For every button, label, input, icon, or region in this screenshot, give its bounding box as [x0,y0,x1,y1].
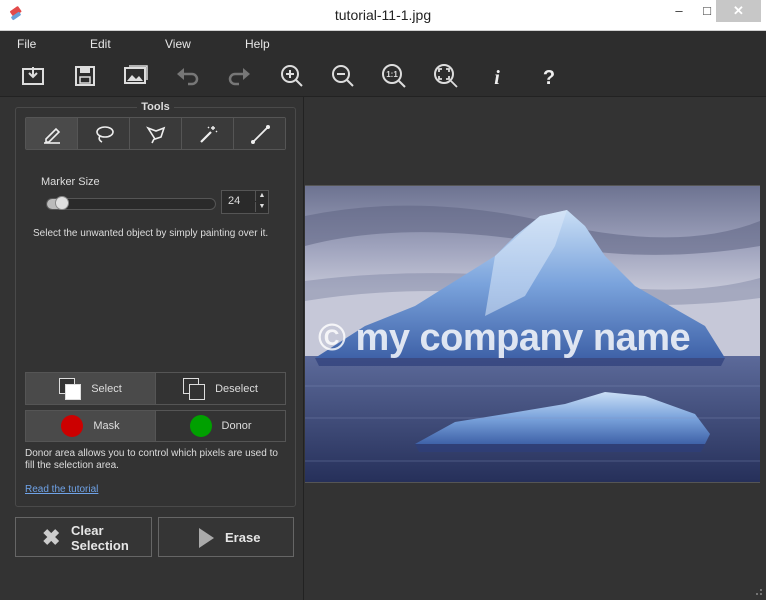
lasso-icon [95,125,114,143]
marker-size-slider-thumb[interactable] [55,196,70,210]
deselect-button[interactable]: Deselect [156,373,285,404]
marker-tool-button[interactable] [26,118,78,149]
left-panel: Tools Marker Size 24 ▲ ▼ Select the unwa… [0,97,303,600]
undo-button[interactable] [174,62,202,90]
line-tool-button[interactable] [234,118,285,149]
clear-label-line1: Clear [71,523,104,538]
area-mode: Mask Donor [25,410,286,442]
help-button[interactable]: ? [535,62,563,90]
marker-size-slider[interactable] [46,196,216,210]
mask-label: Mask [93,420,120,432]
deselect-icon [183,377,206,400]
polygon-lasso-tool-button[interactable] [130,118,182,149]
image-button[interactable] [122,62,150,90]
zoom-actual-text: 1:1 [386,70,398,79]
title-bar: tutorial-11-1.jpg – □ ✕ [0,0,766,31]
select-button[interactable]: Select [26,373,156,404]
selection-mode: Select Deselect [25,372,286,405]
close-button[interactable]: ✕ [716,0,761,22]
window-title: tutorial-11-1.jpg [334,7,432,23]
menu-file[interactable]: File [17,37,36,51]
donor-button[interactable]: Donor [156,411,285,441]
magic-wand-icon [199,125,217,143]
zoom-fit-icon [434,64,458,88]
toolbar: 1:1 i ? [0,56,766,97]
save-button[interactable] [71,62,99,90]
info-icon: i [494,67,500,89]
resize-grip-icon[interactable] [753,586,763,596]
marker-size-label: Marker Size [41,176,100,188]
menu-edit[interactable]: Edit [90,37,111,51]
magic-wand-tool-button[interactable] [182,118,234,149]
menu-view[interactable]: View [165,37,191,51]
tutorial-link[interactable]: Read the tutorial [25,484,98,495]
select-icon [59,377,82,400]
select-label: Select [91,382,122,395]
redo-icon [228,68,250,86]
zoom-actual-icon: 1:1 [382,64,406,88]
clear-icon: ✖ [42,525,61,550]
save-icon [75,66,95,86]
donor-color-icon [189,415,212,437]
app-window: File Edit View Help 1:1 i ? Tools Marker… [0,31,766,600]
menu-help[interactable]: Help [245,37,270,51]
help-text: ? [543,67,555,89]
pencil-icon [43,127,60,144]
mask-button[interactable]: Mask [26,411,156,441]
clear-label-line2: Selection [71,538,129,553]
stepper-up-icon[interactable]: ▲ [255,191,268,201]
erase-label: Erase [225,530,261,545]
help-icon: ? [543,67,555,89]
undo-icon [177,68,199,86]
deselect-label: Deselect [215,382,258,395]
open-button[interactable] [19,62,47,90]
tool-selector [25,117,286,150]
play-icon [199,528,214,548]
marker-size-value: 24 [228,195,241,207]
tools-title: Tools [137,101,174,113]
line-icon [250,124,270,144]
image-icon [124,65,148,84]
lasso-tool-button[interactable] [78,118,130,149]
minimize-button[interactable]: – [664,0,694,22]
zoom-actual-button[interactable]: 1:1 [380,62,408,90]
donor-description: Donor area allows you to control which p… [25,448,278,471]
zoom-in-button[interactable] [278,62,306,90]
clear-selection-button[interactable]: ✖ Clear Selection [15,517,152,557]
redo-button[interactable] [225,62,253,90]
erase-button[interactable]: Erase [158,517,294,557]
info-text: i [494,67,500,89]
watermark-text: © my company name [318,317,691,359]
marker-size-stepper[interactable]: 24 ▲ ▼ [221,190,269,214]
info-button[interactable]: i [483,62,511,90]
menu-bar: File Edit View Help [0,31,766,56]
zoom-in-icon [281,65,303,87]
image-canvas[interactable]: © my company name [303,97,766,600]
zoom-out-button[interactable] [329,62,357,90]
zoom-out-icon [332,65,354,87]
polygon-lasso-icon [145,125,165,143]
tool-hint: Select the unwanted object by simply pai… [33,228,269,239]
tools-group: Tools Marker Size 24 ▲ ▼ Select the unwa… [15,101,296,507]
donor-label: Donor [221,420,252,432]
zoom-fit-button[interactable] [432,62,460,90]
clear-selection-label: Clear Selection [71,523,129,553]
stepper-down-icon[interactable]: ▼ [255,202,268,212]
open-icon [22,67,44,85]
mask-color-icon [61,415,84,437]
